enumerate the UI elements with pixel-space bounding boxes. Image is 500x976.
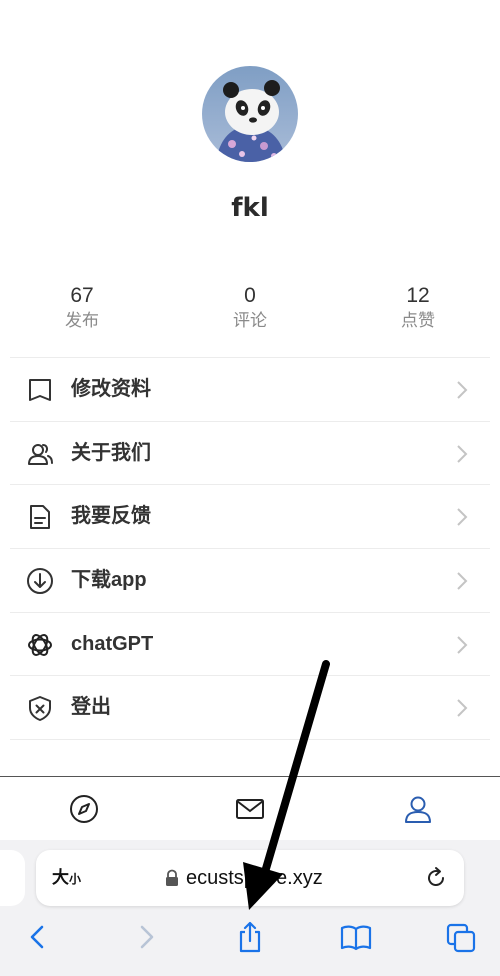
stat-label: 点赞 [401, 311, 435, 330]
chevron-right-icon [457, 572, 468, 590]
users-icon [28, 443, 53, 465]
avatar[interactable] [202, 66, 298, 162]
menu-item-label: 下载app [71, 569, 147, 592]
text-size-small: 小 [69, 872, 82, 886]
user-icon[interactable] [402, 793, 434, 825]
stat-label: 评论 [233, 311, 267, 330]
menu-item-label: 登出 [71, 696, 111, 719]
mail-icon[interactable] [234, 793, 266, 825]
menu-item-about-us[interactable]: 关于我们 [10, 422, 490, 486]
settings-menu: 修改资料 关于我们 我要反馈 下载app chatGPT 登出 [10, 357, 490, 741]
chevron-right-icon [457, 508, 468, 527]
app-tab-bar [0, 776, 500, 840]
menu-item-label: 我要反馈 [71, 505, 151, 528]
text-size-big: 大 [52, 868, 69, 888]
text-size-button[interactable]: 大小 [52, 850, 81, 907]
menu-item-label: 修改资料 [71, 378, 151, 400]
stat-posts[interactable]: 67 发布 [22, 283, 142, 333]
download-icon [27, 568, 53, 595]
lock-icon [166, 869, 178, 886]
panda-avatar-image [202, 66, 298, 162]
bookmarks-icon[interactable] [340, 920, 372, 954]
chevron-right-icon [457, 636, 468, 654]
previous-tab-card[interactable] [0, 850, 25, 906]
menu-item-download-app[interactable]: 下载app [10, 549, 490, 613]
share-icon[interactable] [234, 920, 266, 954]
menu-item-chatgpt[interactable]: chatGPT [10, 613, 490, 677]
chevron-right-icon [457, 444, 468, 463]
book-icon [29, 379, 51, 401]
menu-item-logout[interactable]: 登出 [10, 676, 490, 741]
back-icon[interactable] [22, 920, 54, 954]
stat-label: 发布 [65, 311, 99, 330]
document-icon [30, 505, 50, 530]
browser-toolbar: 大小 ecustspace.xyz [0, 840, 500, 976]
forward-icon[interactable] [130, 920, 162, 954]
username: fkl [231, 193, 269, 223]
chevron-right-icon [457, 381, 468, 399]
stat-likes[interactable]: 12 点赞 [358, 283, 478, 333]
url-text: ecustspace.xyz [186, 867, 323, 889]
compass-icon[interactable] [68, 793, 100, 825]
address-bar[interactable]: 大小 ecustspace.xyz [36, 850, 464, 906]
menu-item-feedback[interactable]: 我要反馈 [10, 485, 490, 550]
stat-comments[interactable]: 0 评论 [190, 283, 310, 333]
stat-value: 0 [244, 284, 256, 307]
menu-item-label: chatGPT [71, 632, 154, 655]
openai-icon [28, 633, 52, 656]
shield-x-icon [29, 696, 51, 722]
reload-icon[interactable] [424, 866, 448, 890]
stat-value: 67 [70, 284, 94, 307]
chevron-right-icon [457, 699, 468, 718]
menu-item-edit-profile[interactable]: 修改资料 [10, 358, 490, 422]
menu-item-label: 关于我们 [71, 441, 151, 464]
stat-value: 12 [406, 284, 430, 307]
tabs-icon[interactable] [446, 920, 478, 954]
stats-row: 67 发布 0 评论 12 点赞 [0, 283, 500, 343]
